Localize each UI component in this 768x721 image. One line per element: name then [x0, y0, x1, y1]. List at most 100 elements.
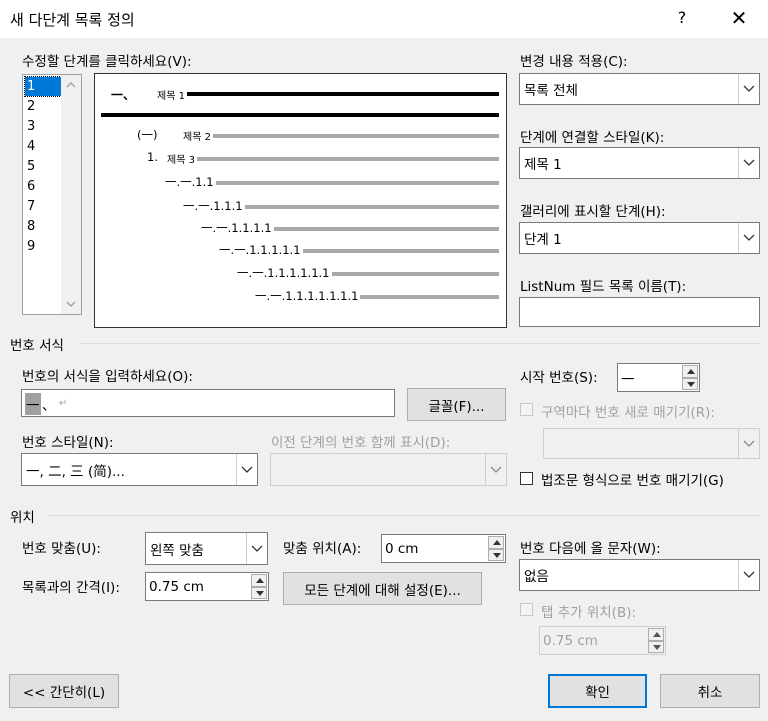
level-item[interactable]: 8	[25, 217, 61, 236]
preview-number: 1.	[147, 150, 158, 164]
level-item[interactable]: 3	[25, 117, 61, 136]
number-format-input[interactable]: 一 、 ↵	[21, 389, 395, 417]
gallery-level-value: 단계 1	[524, 232, 562, 248]
preview-number: 一.一.1.1.1.1.1.1	[237, 266, 330, 280]
level-item[interactable]: 6	[25, 177, 61, 196]
ok-button[interactable]: 확인	[548, 674, 647, 708]
ok-button-label: 확인	[585, 685, 610, 701]
tab-stop-value: 0.75 cm	[543, 632, 598, 649]
caret-down-icon	[493, 552, 501, 558]
caret-up-icon	[687, 369, 695, 375]
add-tab-stop-label: 탭 추가 위치(B):	[541, 605, 637, 621]
format-text: 、	[42, 398, 56, 414]
tab-stop-spinner[interactable]: 0.75 cm	[539, 626, 666, 655]
format-field-highlight: 一	[25, 393, 41, 415]
include-level-label: 이전 단계의 번호 함께 표시(D):	[271, 435, 451, 451]
level-preview[interactable]: 一、 제목 1 (一) 제목 2 1. 제목 3 一.一.1.1 一.一.1.1.1 一.一.1…	[94, 73, 507, 328]
spin-down-button[interactable]	[682, 377, 698, 390]
legal-style-checkbox[interactable]	[520, 472, 533, 485]
restart-numbering-label: 구역마다 번호 새로 매기기(R):	[541, 405, 715, 421]
gallery-level-label: 갤러리에 표시할 단계(H):	[520, 204, 666, 220]
chevron-down-icon	[241, 466, 253, 473]
section-divider	[48, 515, 760, 516]
preview-heading-text: 제목 3	[167, 155, 195, 166]
levels-listbox[interactable]: 123456789	[22, 74, 82, 315]
link-style-value: 제목 1	[524, 157, 562, 173]
less-button[interactable]: << 간단히(L)	[9, 674, 119, 708]
preview-heading-text: 제목 2	[183, 132, 211, 143]
spin-up-button[interactable]	[648, 628, 664, 641]
level-item[interactable]: 1	[24, 76, 62, 97]
number-alignment-value: 왼쪽 맞춤	[150, 542, 204, 559]
spin-up-button[interactable]	[488, 536, 504, 549]
title-bar: 새 다단계 목록 정의 ? ✕	[0, 0, 768, 38]
set-for-all-levels-button[interactable]: 모든 단계에 대해 설정(E)...	[283, 572, 482, 605]
listnum-label: ListNum 필드 목록 이름(T):	[520, 279, 687, 295]
gallery-level-dropdown[interactable]: 단계 1	[519, 222, 760, 254]
caret-up-icon	[653, 632, 661, 638]
start-at-spinner[interactable]: 一	[617, 363, 700, 392]
legal-style-label: 법조문 형식으로 번호 매기기(G)	[541, 473, 724, 489]
restart-numbering-checkbox[interactable]	[520, 403, 533, 416]
caret-up-icon	[493, 540, 501, 546]
spin-down-button[interactable]	[648, 640, 664, 653]
cancel-button-label: 취소	[697, 685, 723, 701]
spin-up-button[interactable]	[682, 365, 698, 378]
preview-number: (一)	[137, 128, 158, 142]
preview-heading-text: 제목 1	[157, 91, 185, 102]
close-button[interactable]: ✕	[724, 4, 754, 32]
spin-up-button[interactable]	[251, 574, 267, 587]
number-alignment-label: 번호 맞춤(U):	[22, 541, 101, 557]
preview-number: 一.一.1.1.1.1.1.1.1	[255, 289, 359, 303]
font-button[interactable]: 글꼴(F)...	[407, 388, 506, 421]
level-item[interactable]: 7	[25, 197, 61, 216]
dialog-title: 새 다단계 목록 정의	[10, 11, 135, 29]
number-style-dropdown[interactable]: 一, 二, 三 (简)...	[21, 453, 258, 486]
level-item[interactable]: 9	[25, 237, 61, 256]
apply-changes-dropdown[interactable]: 목록 전체	[519, 73, 760, 105]
preview-number: 一、	[111, 88, 136, 102]
level-item[interactable]: 2	[25, 97, 61, 116]
number-style-value: 一, 二, 三 (简)...	[26, 463, 125, 480]
follow-number-dropdown[interactable]: 없음	[519, 559, 760, 591]
text-indent-value: 0.75 cm	[149, 578, 204, 595]
spin-down-button[interactable]	[488, 548, 504, 561]
follow-number-value: 없음	[524, 569, 549, 585]
level-item[interactable]: 5	[25, 157, 61, 176]
preview-number: 一.一.1.1.1	[183, 199, 243, 213]
preview-text-line	[216, 181, 499, 185]
chevron-down-icon	[743, 440, 755, 447]
link-style-label: 단계에 연결할 스타일(K):	[520, 130, 665, 146]
preview-number: 一.一.1.1.1.1.1	[219, 243, 301, 257]
scroll-down-icon[interactable]	[61, 298, 81, 310]
link-style-dropdown[interactable]: 제목 1	[519, 147, 760, 179]
caret-down-icon	[653, 644, 661, 650]
include-level-dropdown[interactable]	[270, 453, 507, 486]
number-style-label: 번호 스타일(N):	[22, 435, 114, 451]
preview-number: 一.一.1.1.1.1	[201, 221, 272, 235]
preview-text-line	[303, 249, 499, 253]
apply-changes-label: 변경 내용 적용(C):	[520, 54, 628, 70]
paragraph-mark-icon: ↵	[59, 398, 68, 409]
level-item[interactable]: 4	[25, 137, 61, 156]
levels-scrollbar[interactable]	[61, 75, 81, 314]
cancel-button[interactable]: 취소	[660, 674, 760, 708]
add-tab-stop-checkbox[interactable]	[520, 603, 533, 616]
listnum-input[interactable]	[519, 297, 760, 327]
number-alignment-dropdown[interactable]: 왼쪽 맞춤	[145, 532, 268, 565]
preview-text-line	[101, 113, 499, 117]
preview-text-line	[187, 92, 499, 96]
position-section-label: 위치	[10, 510, 35, 526]
spin-down-button[interactable]	[251, 586, 267, 599]
levels-label: 수정할 단계를 클릭하세요(V):	[22, 54, 192, 70]
help-button[interactable]: ?	[672, 8, 692, 27]
scroll-up-icon[interactable]	[61, 79, 81, 91]
chevron-down-icon	[743, 85, 755, 92]
text-indent-spinner[interactable]: 0.75 cm	[145, 572, 269, 601]
preview-text-line	[332, 272, 499, 276]
start-at-label: 시작 번호(S):	[520, 370, 598, 386]
aligned-at-value: 0 cm	[385, 540, 419, 557]
preview-text-line	[274, 227, 499, 231]
aligned-at-spinner[interactable]: 0 cm	[381, 534, 506, 563]
restart-after-dropdown[interactable]	[543, 428, 760, 459]
